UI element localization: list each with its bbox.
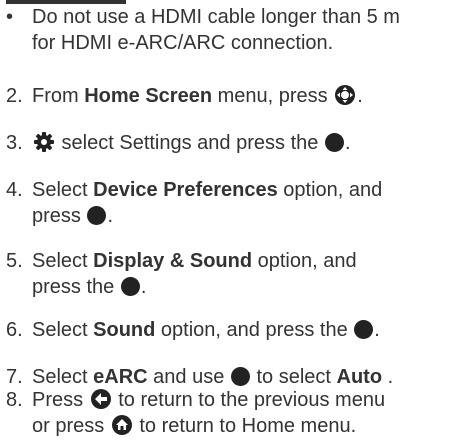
step-number: 5. xyxy=(6,250,23,272)
note-line-2: for HDMI e-ARC/ARC connection. xyxy=(32,32,334,54)
step-number: 8. xyxy=(6,389,23,411)
step-number: 3. xyxy=(6,132,23,154)
step-text: . xyxy=(107,205,114,227)
ok-button-icon xyxy=(230,367,250,386)
step-text: . xyxy=(344,132,351,154)
step-text: select Settings and press the xyxy=(56,132,324,154)
step-text: . xyxy=(382,366,394,388)
step-text: . xyxy=(357,85,363,107)
step-text: . xyxy=(140,276,147,298)
step-text: and use xyxy=(147,366,230,388)
step-text: menu, press xyxy=(212,85,334,107)
step-text: to return to Home menu. xyxy=(133,415,357,437)
step-text: Select xyxy=(32,366,94,388)
step-number: 2. xyxy=(6,85,23,107)
step-text: to select xyxy=(250,366,337,388)
step-text: Select xyxy=(32,319,94,341)
step-text: press the xyxy=(32,276,120,298)
dpad-icon xyxy=(335,85,356,105)
step-text: Press xyxy=(32,389,89,411)
step-text: to return to the previous menu xyxy=(112,389,386,411)
step-number: 4. xyxy=(6,179,23,201)
instruction-page: • Do not use a HDMI cable longer than 5 … xyxy=(0,0,469,440)
step-text: press xyxy=(32,205,87,227)
option-name: Display & Sound xyxy=(93,250,253,272)
step-text: Select xyxy=(32,250,94,272)
menu-name: Home Screen xyxy=(84,85,213,107)
option-name: Sound xyxy=(93,319,156,341)
gear-icon xyxy=(34,132,54,152)
ok-button-icon xyxy=(354,320,374,339)
step-text: or press xyxy=(32,415,110,437)
option-name: Device Preferences xyxy=(93,179,278,201)
step-text: From xyxy=(32,85,85,107)
ok-button-icon xyxy=(87,206,107,225)
back-arrow-icon xyxy=(90,389,111,409)
step-text: option, and xyxy=(252,250,357,272)
ok-button-icon xyxy=(120,277,140,296)
step-text: option, and press the xyxy=(155,319,354,341)
option-name: eARC xyxy=(93,366,148,388)
step-number: 6. xyxy=(6,319,23,341)
note-line-1: Do not use a HDMI cable longer than 5 m xyxy=(32,6,400,28)
bullet-icon: • xyxy=(6,6,14,28)
option-value: Auto xyxy=(336,366,383,388)
step-text: option, and xyxy=(277,179,383,201)
step-text: . xyxy=(374,319,380,341)
home-icon xyxy=(111,415,132,435)
step-text: Select xyxy=(32,179,94,201)
ok-button-icon xyxy=(324,133,344,152)
